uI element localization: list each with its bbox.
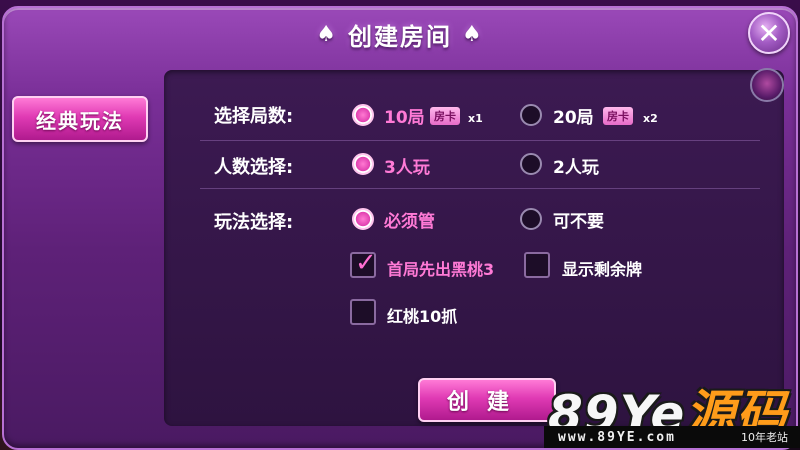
first-spade3-checkbox[interactable]: ✓ xyxy=(350,248,377,278)
close-button[interactable]: ✕ xyxy=(748,12,790,54)
row-divider xyxy=(200,140,760,141)
room-card-badge: 房卡 xyxy=(603,107,633,125)
watermark-logo: 89Ye源码 www.89YE.com 10年老站 xyxy=(544,378,800,450)
tab-label: 经典玩法 xyxy=(36,108,124,133)
show-remaining-checkbox[interactable] xyxy=(524,252,550,278)
rounds-10-radio[interactable] xyxy=(352,104,374,126)
play-rules-label: 玩法选择: xyxy=(214,212,294,233)
must-play-label: 必须管 xyxy=(384,212,435,232)
players-3-radio[interactable] xyxy=(352,153,374,175)
players-3-label: 3人玩 xyxy=(384,158,430,178)
card-multiplier: x1 xyxy=(468,112,483,125)
spade-icon: ♠ xyxy=(462,21,484,47)
dialog-title: 创建房间 xyxy=(348,22,452,51)
must-play-radio[interactable] xyxy=(352,208,374,230)
create-button[interactable]: 创建 xyxy=(418,378,556,422)
rounds-label: 选择局数: xyxy=(214,106,294,127)
can-pass-label: 可不要 xyxy=(553,212,604,232)
room-card-badge: 房卡 xyxy=(430,107,460,125)
show-remaining-label: 显示剩余牌 xyxy=(562,260,643,279)
avatar[interactable] xyxy=(750,68,784,102)
spade-icon: ♠ xyxy=(316,21,338,47)
create-button-label: 创建 xyxy=(446,390,527,415)
card-multiplier: x2 xyxy=(643,112,658,125)
dialog-title-bar: ♠ 创建房间 ♠ xyxy=(300,14,500,54)
checkmark-icon: ✓ xyxy=(355,248,377,278)
rounds-10-label: 10局 xyxy=(384,108,425,128)
tab-classic-mode[interactable]: 经典玩法 xyxy=(12,96,148,142)
watermark-slogan: 10年老站 xyxy=(741,431,788,444)
players-2-label: 2人玩 xyxy=(553,158,599,178)
rounds-20-label: 20局 xyxy=(553,108,594,128)
first-spade3-label: 首局先出黑桃3 xyxy=(387,260,495,279)
players-label: 人数选择: xyxy=(214,157,294,178)
heart10-catch-checkbox[interactable] xyxy=(350,299,376,325)
watermark-strip: www.89YE.com 10年老站 xyxy=(544,426,800,448)
watermark-url: www.89YE.com xyxy=(558,429,676,445)
heart10-catch-label: 红桃10抓 xyxy=(387,307,458,326)
players-2-radio[interactable] xyxy=(520,153,542,175)
row-divider xyxy=(200,188,760,189)
can-pass-radio[interactable] xyxy=(520,208,542,230)
close-icon: ✕ xyxy=(757,16,781,50)
rounds-20-radio[interactable] xyxy=(520,104,542,126)
